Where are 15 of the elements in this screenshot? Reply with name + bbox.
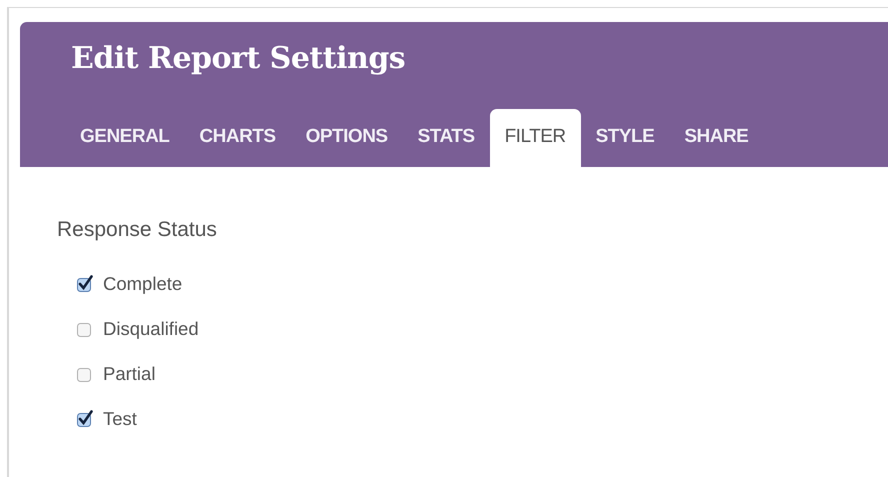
checkbox-label: Disqualified [103,318,199,340]
tab[interactable]: FILTER [490,109,581,167]
checkbox-label: Test [103,408,137,430]
tab[interactable]: GENERAL [65,109,184,167]
tab[interactable]: SHARE [669,109,764,167]
checkbox-label: Partial [103,362,156,384]
dialog-title: Edit Report Settings [71,40,406,78]
section-title: Response Status [57,217,218,243]
tab[interactable]: OPTIONS [290,109,403,167]
tab[interactable]: STYLE [580,109,670,167]
checkbox-label: Complete [103,272,182,294]
checkbox[interactable] [76,274,94,292]
tab[interactable]: CHARTS [184,109,291,167]
tab[interactable]: STATS [402,109,490,167]
checkbox[interactable] [76,410,94,428]
